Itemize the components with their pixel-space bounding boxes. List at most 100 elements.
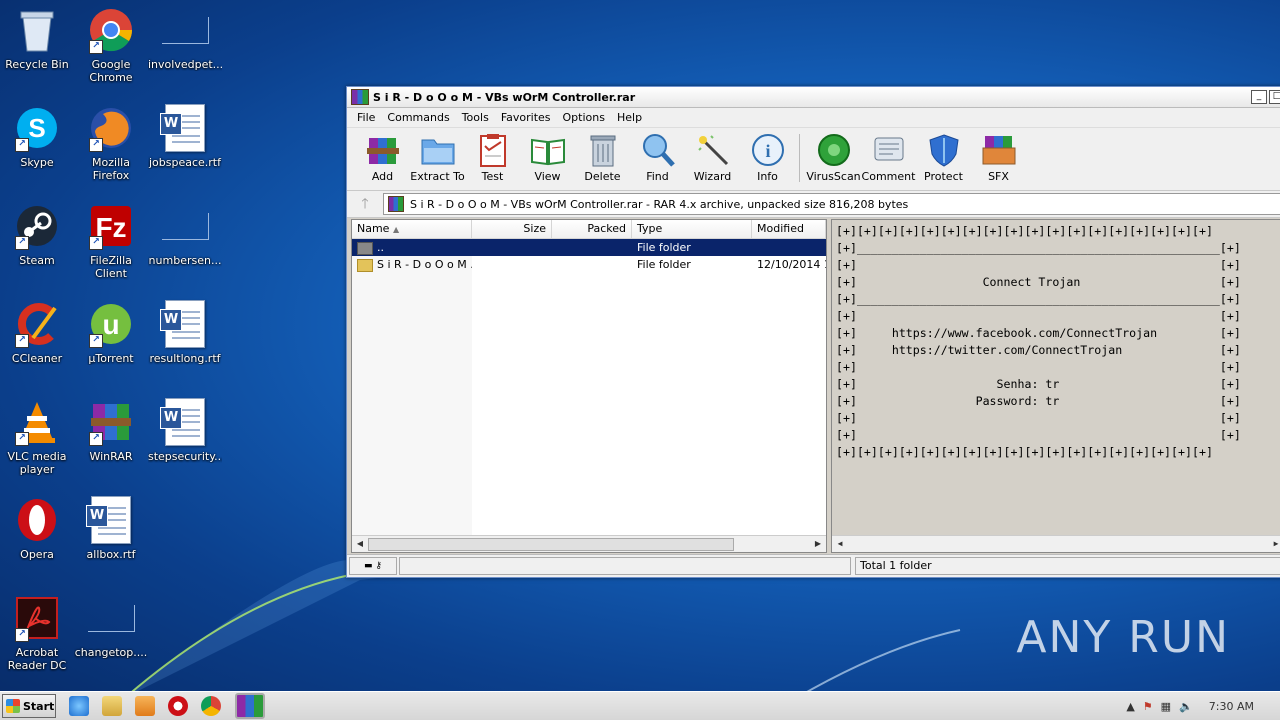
table-row[interactable]: S i R - D o O o M ... File folder 12/10/… (352, 256, 826, 273)
scroll-left-icon[interactable]: ◀ (834, 538, 846, 550)
skype-icon: S ↗ (13, 104, 61, 152)
desktop-icon-filezilla[interactable]: Fz ↗ FileZilla Client (74, 202, 148, 294)
column-name[interactable]: Name ▲ (352, 220, 472, 238)
shield-icon (926, 132, 962, 168)
opera-icon (13, 496, 61, 544)
shortcut-arrow-icon: ↗ (15, 334, 29, 348)
desktop-icon-recycle-bin[interactable]: Recycle Bin (0, 6, 74, 98)
desktop-icon-skype[interactable]: S ↗ Skype (0, 104, 74, 196)
menu-file[interactable]: File (351, 111, 381, 124)
shortcut-arrow-icon: ↗ (89, 432, 103, 446)
status-total: Total 1 folder (855, 557, 1280, 575)
shortcut-arrow-icon: ↗ (15, 628, 29, 642)
desktop-icon-utorrent[interactable]: u ↗ µTorrent (74, 300, 148, 392)
windows-logo-icon (6, 699, 20, 713)
media-player-icon[interactable] (135, 696, 155, 716)
view-button[interactable]: View (520, 128, 575, 188)
recycle-bin-icon (13, 6, 61, 54)
drive-key-icon[interactable]: ▬ ⚷ (349, 557, 397, 575)
desktop-icon-google-chrome[interactable]: ↗ Google Chrome (74, 6, 148, 98)
add-button[interactable]: Add (355, 128, 410, 188)
minimize-button[interactable]: _ (1251, 90, 1267, 104)
desktop-icon-changetop[interactable]: changetop.... (74, 594, 148, 686)
extract-to-button[interactable]: Extract To (410, 128, 465, 188)
scroll-left-icon[interactable]: ◀ (354, 538, 366, 550)
delete-button[interactable]: Delete (575, 128, 630, 188)
scroll-right-icon[interactable]: ▶ (812, 538, 824, 550)
comment-horizontal-scrollbar[interactable]: ◀ ▶ (832, 535, 1280, 552)
menu-favorites[interactable]: Favorites (495, 111, 557, 124)
name-column-shade (352, 273, 472, 536)
virusscan-button[interactable]: VirusScan (806, 128, 861, 188)
column-type[interactable]: Type (632, 220, 752, 238)
address-field[interactable]: S i R - D o O o M - VBs wOrM Controller.… (383, 193, 1280, 215)
trash-icon (585, 132, 621, 168)
desktop-icon-vlc[interactable]: ↗ VLC media player (0, 398, 74, 490)
menu-tools[interactable]: Tools (456, 111, 495, 124)
firefox-icon: ↗ (87, 104, 135, 152)
desktop-icon-steam[interactable]: ↗ Steam (0, 202, 74, 294)
desktop-icon-resultlong[interactable]: W resultlong.rtf (148, 300, 222, 392)
volume-icon[interactable]: 🔈 (1179, 700, 1193, 713)
desktop-icon-stepsecurity[interactable]: W stepsecurity.... (148, 398, 222, 490)
file-explorer-icon[interactable] (102, 696, 122, 716)
sfx-button[interactable]: SFX (971, 128, 1026, 188)
svg-text:i: i (765, 141, 770, 161)
desktop-icon-allbox[interactable]: W allbox.rtf (74, 496, 148, 588)
comment-icon (871, 132, 907, 168)
column-size[interactable]: Size (472, 220, 552, 238)
steam-icon: ↗ (13, 202, 61, 250)
menu-help[interactable]: Help (611, 111, 648, 124)
file-list-horizontal-scrollbar[interactable]: ◀ ▶ (352, 535, 826, 552)
desktop-icon-acrobat[interactable]: ↗ Acrobat Reader DC (0, 594, 74, 686)
virus-scan-icon (816, 132, 852, 168)
network-icon[interactable]: ▦ (1161, 700, 1171, 713)
desktop-icon-jobspeace[interactable]: W jobspeace.rtf (148, 104, 222, 196)
column-modified[interactable]: Modified (752, 220, 826, 238)
menu-commands[interactable]: Commands (381, 111, 455, 124)
table-row[interactable]: .. File folder (352, 239, 826, 256)
maximize-button[interactable]: □ (1269, 90, 1280, 104)
ccleaner-icon: ↗ (13, 300, 61, 348)
action-center-icon[interactable]: ⚑ (1143, 700, 1153, 713)
clock[interactable]: 7:30 AM (1209, 700, 1254, 713)
title-bar[interactable]: S i R - D o O o M - VBs wOrM Controller.… (347, 87, 1280, 108)
wizard-button[interactable]: Wizard (685, 128, 740, 188)
chrome-icon[interactable] (201, 696, 221, 716)
desktop-icon-firefox[interactable]: ↗ Mozilla Firefox (74, 104, 148, 196)
desktop-icon-involvedpet[interactable]: involvedpet... (148, 6, 222, 98)
up-one-level-button[interactable]: 🡑 (347, 194, 383, 214)
find-button[interactable]: Find (630, 128, 685, 188)
address-bar: 🡑 S i R - D o O o M - VBs wOrM Controlle… (347, 191, 1280, 218)
desktop-icon-ccleaner[interactable]: ↗ CCleaner (0, 300, 74, 392)
start-button[interactable]: Start (2, 694, 56, 718)
status-left (399, 557, 851, 575)
filezilla-icon: Fz ↗ (87, 202, 135, 250)
column-packed[interactable]: Packed (552, 220, 632, 238)
info-button[interactable]: i Info (740, 128, 795, 188)
status-bar: ▬ ⚷ Total 1 folder (347, 554, 1280, 577)
archive-comment-pane: [+][+][+][+][+][+][+][+][+][+][+][+][+][… (831, 219, 1280, 553)
opera-icon[interactable] (168, 696, 188, 716)
winrar-taskbar-icon[interactable] (235, 693, 265, 719)
comment-button[interactable]: Comment (861, 128, 916, 188)
blank-file-icon (161, 202, 209, 250)
desktop-icon-winrar[interactable]: ↗ WinRAR (74, 398, 148, 490)
desktop-icon-opera[interactable]: Opera (0, 496, 74, 588)
scrollbar-thumb[interactable] (368, 538, 734, 551)
tray-expand-icon[interactable]: ▲ (1126, 700, 1134, 713)
add-archive-icon (365, 132, 401, 168)
svg-text:u: u (102, 309, 119, 340)
vlc-icon: ↗ (13, 398, 61, 446)
menu-options[interactable]: Options (557, 111, 611, 124)
shortcut-arrow-icon: ↗ (15, 138, 29, 152)
internet-explorer-icon[interactable] (69, 696, 89, 716)
shortcut-arrow-icon: ↗ (89, 138, 103, 152)
scroll-right-icon[interactable]: ▶ (1270, 538, 1280, 550)
file-list: Name ▲ Size Packed Type Modified .. File… (351, 219, 827, 553)
desktop-icon-numbersen[interactable]: numbersen... (148, 202, 222, 294)
word-doc-icon: W (160, 398, 209, 446)
winrar-icon: ↗ (87, 398, 135, 446)
protect-button[interactable]: Protect (916, 128, 971, 188)
test-button[interactable]: Test (465, 128, 520, 188)
